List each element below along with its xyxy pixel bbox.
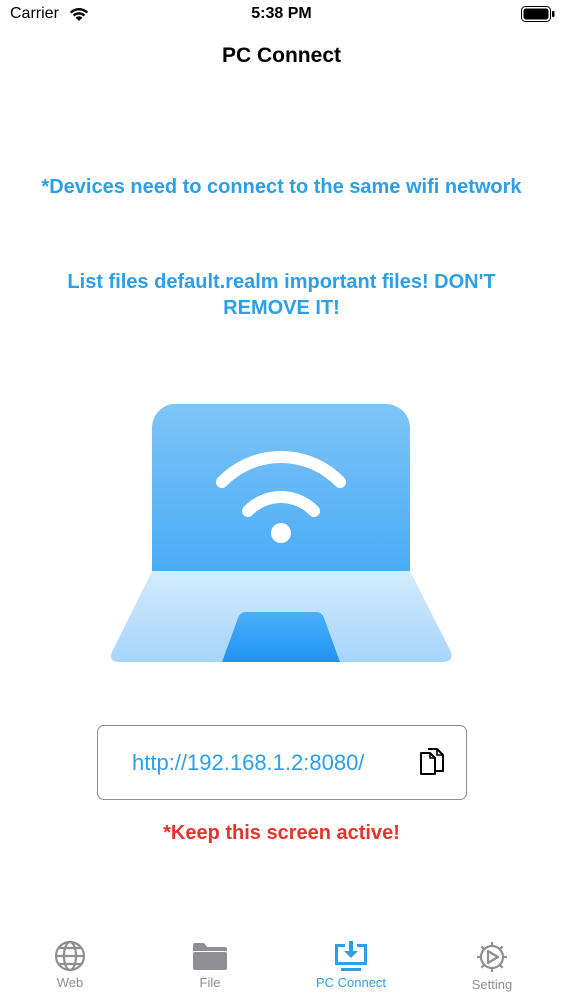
globe-icon	[54, 940, 86, 972]
realm-files-notice: List files default.realm important files…	[67, 271, 496, 319]
server-url-box: http://192.168.1.2:8080/	[97, 725, 467, 800]
tab-setting[interactable]: Setting	[422, 930, 562, 1000]
tab-bar: Web File PC Connect Setting	[0, 930, 563, 1000]
wifi-notice: *Devices need to connect to the same wif…	[41, 176, 522, 198]
laptop-wifi-illustration	[111, 404, 452, 662]
copy-icon[interactable]	[418, 747, 446, 779]
clock: 5:38 PM	[251, 5, 312, 22]
page-title: PC Connect	[221, 44, 341, 67]
tab-pc-connect-label: PC Connect	[315, 975, 387, 990]
folder-icon	[193, 943, 227, 970]
tab-file-label: File	[199, 975, 221, 990]
tab-file[interactable]: File	[140, 930, 280, 1000]
keep-screen-active-warning: *Keep this screen active!	[163, 822, 400, 844]
tab-web-label: Web	[56, 975, 84, 990]
tab-pc-connect[interactable]: PC Connect	[281, 930, 421, 1000]
tab-setting-label: Setting	[471, 977, 513, 992]
tab-web[interactable]: Web	[0, 930, 140, 1000]
gear-icon	[477, 942, 507, 972]
battery-icon	[521, 6, 555, 22]
monitor-download-icon	[335, 941, 367, 971]
server-url[interactable]: http://192.168.1.2:8080/	[132, 750, 364, 776]
status-bar: Carrier 5:38 PM	[0, 0, 563, 30]
